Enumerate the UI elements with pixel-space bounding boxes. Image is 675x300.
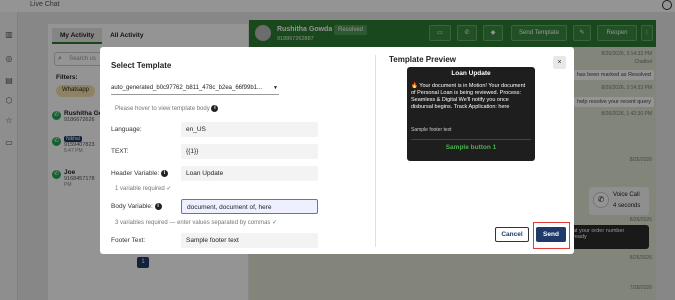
body-variable-hint: 3 variables required — enter values sepa…: [115, 219, 277, 226]
close-button[interactable]: ×: [553, 56, 566, 69]
body-variable-input[interactable]: document, document of, here: [181, 199, 318, 214]
language-label: Language:: [111, 126, 142, 133]
send-button[interactable]: Send: [536, 227, 566, 242]
preview-divider: [411, 139, 531, 140]
preview-title: Template Preview: [389, 55, 456, 64]
preview-card-footer: Sample footer text: [411, 127, 452, 133]
preview-card-body: 🔥 Your document is in Motion! Your docum…: [411, 83, 526, 110]
select-template-modal: Select Template auto_generated_b0c97762_…: [100, 47, 574, 254]
preview-card-title: Loan Update: [451, 70, 491, 77]
info-icon[interactable]: i: [154, 203, 162, 210]
preview-card-button: Sample button 1: [445, 144, 497, 151]
info-icon[interactable]: i: [211, 105, 219, 112]
body-variable-label-text: Body Variable:: [111, 203, 153, 211]
language-field[interactable]: en_US: [181, 122, 318, 137]
check-icon: ✓: [166, 186, 172, 192]
text-field[interactable]: {{1}}: [181, 144, 318, 159]
template-select[interactable]: auto_generated_b0c97762_b811_478c_b2ea_6…: [111, 83, 279, 95]
modal-divider: [375, 55, 376, 247]
hover-hint-text: Please hover to view template body: [115, 106, 210, 113]
header-variable-hint: 1 variable required ✓: [115, 185, 171, 192]
footer-text-field[interactable]: Sample footer text: [181, 233, 318, 248]
text-label: TEXT:: [111, 148, 129, 155]
info-icon[interactable]: i: [161, 170, 169, 177]
body-variable-hint-text: 3 variables required — enter values sepa…: [115, 220, 271, 226]
header-variable-hint-text: 1 variable required: [115, 186, 165, 192]
modal-title: Select Template: [111, 61, 172, 70]
cancel-button[interactable]: Cancel: [495, 227, 529, 242]
template-preview-card: Loan Update 🔥 Your document is in Motion…: [407, 67, 535, 161]
header-variable-label-text: Header Variable:: [111, 170, 160, 178]
header-variable-label: Header Variable: i: [111, 170, 169, 178]
hover-hint: Please hover to view template body i: [115, 105, 219, 113]
header-variable-input[interactable]: Loan Update: [181, 166, 318, 181]
footer-text-label: Footer Text:: [111, 237, 146, 244]
template-select-value: auto_generated_b0c97762_b811_478c_b2ea_6…: [111, 85, 263, 91]
body-variable-label: Body Variable: i: [111, 203, 162, 210]
check-icon: ✓: [272, 220, 278, 226]
chevron-down-icon: ▼: [273, 85, 278, 91]
